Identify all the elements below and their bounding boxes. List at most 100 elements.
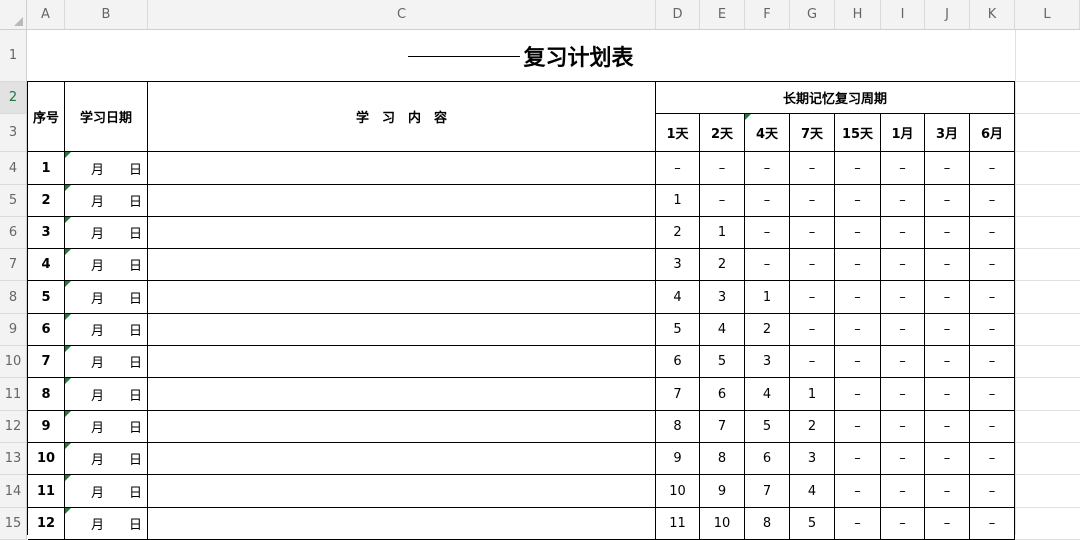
date-cell[interactable]: 月日: [65, 411, 148, 443]
date-cell[interactable]: 月日: [65, 475, 148, 508]
review-cell[interactable]: –: [925, 249, 970, 281]
review-cell[interactable]: –: [970, 185, 1015, 217]
review-cell[interactable]: –: [970, 249, 1015, 281]
row-header-7[interactable]: 7: [0, 249, 27, 281]
review-cell[interactable]: –: [700, 185, 745, 217]
review-cell[interactable]: –: [790, 314, 835, 346]
review-cell[interactable]: –: [835, 152, 881, 185]
review-cell[interactable]: –: [970, 217, 1015, 249]
row-header-2[interactable]: 2: [0, 82, 27, 114]
review-cell[interactable]: –: [925, 152, 970, 185]
review-cell[interactable]: –: [745, 152, 790, 185]
review-cell[interactable]: –: [835, 314, 881, 346]
date-cell[interactable]: 月日: [65, 281, 148, 314]
row-header-15[interactable]: 15: [0, 508, 27, 540]
review-cell[interactable]: –: [790, 249, 835, 281]
column-header-j[interactable]: J: [925, 0, 970, 30]
review-cell[interactable]: –: [835, 443, 881, 475]
content-cell[interactable]: [148, 152, 656, 185]
column-header-b[interactable]: B: [65, 0, 148, 30]
column-header-d[interactable]: D: [656, 0, 700, 30]
content-cell[interactable]: [148, 378, 656, 411]
review-cell[interactable]: 8: [745, 508, 790, 540]
review-cell[interactable]: 6: [745, 443, 790, 475]
review-cell[interactable]: –: [790, 217, 835, 249]
review-cell[interactable]: –: [745, 185, 790, 217]
date-cell[interactable]: 月日: [65, 217, 148, 249]
column-header-g[interactable]: G: [790, 0, 835, 30]
header-interval[interactable]: 1月: [881, 114, 925, 152]
review-cell[interactable]: 2: [790, 411, 835, 443]
column-header-e[interactable]: E: [700, 0, 745, 30]
row-number[interactable]: 4: [28, 249, 65, 281]
row-number[interactable]: 10: [28, 443, 65, 475]
review-cell[interactable]: –: [925, 411, 970, 443]
row-number[interactable]: 9: [28, 411, 65, 443]
review-cell[interactable]: –: [881, 508, 925, 540]
review-cell[interactable]: –: [970, 314, 1015, 346]
column-header-a[interactable]: A: [27, 0, 65, 30]
review-cell[interactable]: –: [700, 152, 745, 185]
column-header-h[interactable]: H: [835, 0, 881, 30]
review-cell[interactable]: –: [970, 346, 1015, 378]
review-cell[interactable]: 8: [656, 411, 700, 443]
review-cell[interactable]: –: [970, 443, 1015, 475]
review-cell[interactable]: –: [970, 475, 1015, 508]
review-cell[interactable]: 6: [700, 378, 745, 411]
review-cell[interactable]: 6: [656, 346, 700, 378]
review-cell[interactable]: –: [881, 475, 925, 508]
row-header-9[interactable]: 9: [0, 314, 27, 346]
row-header-8[interactable]: 8: [0, 281, 27, 314]
review-cell[interactable]: –: [881, 217, 925, 249]
review-cell[interactable]: –: [745, 217, 790, 249]
row-number[interactable]: 1: [28, 152, 65, 185]
row-header-4[interactable]: 4: [0, 152, 27, 185]
header-content[interactable]: 学 习 内 容: [148, 82, 656, 152]
column-header-l[interactable]: L: [1015, 0, 1080, 30]
header-date[interactable]: 学习日期: [65, 82, 148, 152]
date-cell[interactable]: 月日: [65, 443, 148, 475]
column-header-c[interactable]: C: [148, 0, 656, 30]
review-cell[interactable]: –: [656, 152, 700, 185]
row-number[interactable]: 2: [28, 185, 65, 217]
header-interval[interactable]: 1天: [656, 114, 700, 152]
review-cell[interactable]: –: [790, 281, 835, 314]
review-cell[interactable]: 1: [790, 378, 835, 411]
review-cell[interactable]: –: [881, 411, 925, 443]
review-cell[interactable]: –: [835, 475, 881, 508]
header-interval[interactable]: 2天: [700, 114, 745, 152]
row-header-6[interactable]: 6: [0, 217, 27, 249]
review-cell[interactable]: –: [881, 378, 925, 411]
select-all-corner[interactable]: [0, 0, 27, 30]
review-cell[interactable]: 7: [700, 411, 745, 443]
review-cell[interactable]: –: [881, 314, 925, 346]
review-cell[interactable]: 8: [700, 443, 745, 475]
review-cell[interactable]: –: [881, 281, 925, 314]
review-cell[interactable]: –: [835, 346, 881, 378]
review-cell[interactable]: 5: [745, 411, 790, 443]
header-interval[interactable]: 15天: [835, 114, 881, 152]
content-cell[interactable]: [148, 475, 656, 508]
content-cell[interactable]: [148, 249, 656, 281]
review-cell[interactable]: –: [790, 185, 835, 217]
review-cell[interactable]: –: [970, 281, 1015, 314]
header-review-cycle[interactable]: 长期记忆复习周期: [656, 82, 1015, 114]
row-number[interactable]: 12: [28, 508, 65, 540]
row-header-10[interactable]: 10: [0, 346, 27, 378]
content-cell[interactable]: [148, 508, 656, 540]
review-cell[interactable]: 5: [790, 508, 835, 540]
row-number[interactable]: 3: [28, 217, 65, 249]
review-cell[interactable]: –: [881, 443, 925, 475]
row-number[interactable]: 11: [28, 475, 65, 508]
date-cell[interactable]: 月日: [65, 378, 148, 411]
date-cell[interactable]: 月日: [65, 314, 148, 346]
review-cell[interactable]: –: [835, 281, 881, 314]
review-cell[interactable]: 4: [790, 475, 835, 508]
row-number[interactable]: 8: [28, 378, 65, 411]
review-cell[interactable]: –: [925, 217, 970, 249]
review-cell[interactable]: –: [970, 508, 1015, 540]
review-cell[interactable]: –: [925, 314, 970, 346]
content-cell[interactable]: [148, 281, 656, 314]
date-cell[interactable]: 月日: [65, 508, 148, 540]
review-cell[interactable]: –: [835, 249, 881, 281]
